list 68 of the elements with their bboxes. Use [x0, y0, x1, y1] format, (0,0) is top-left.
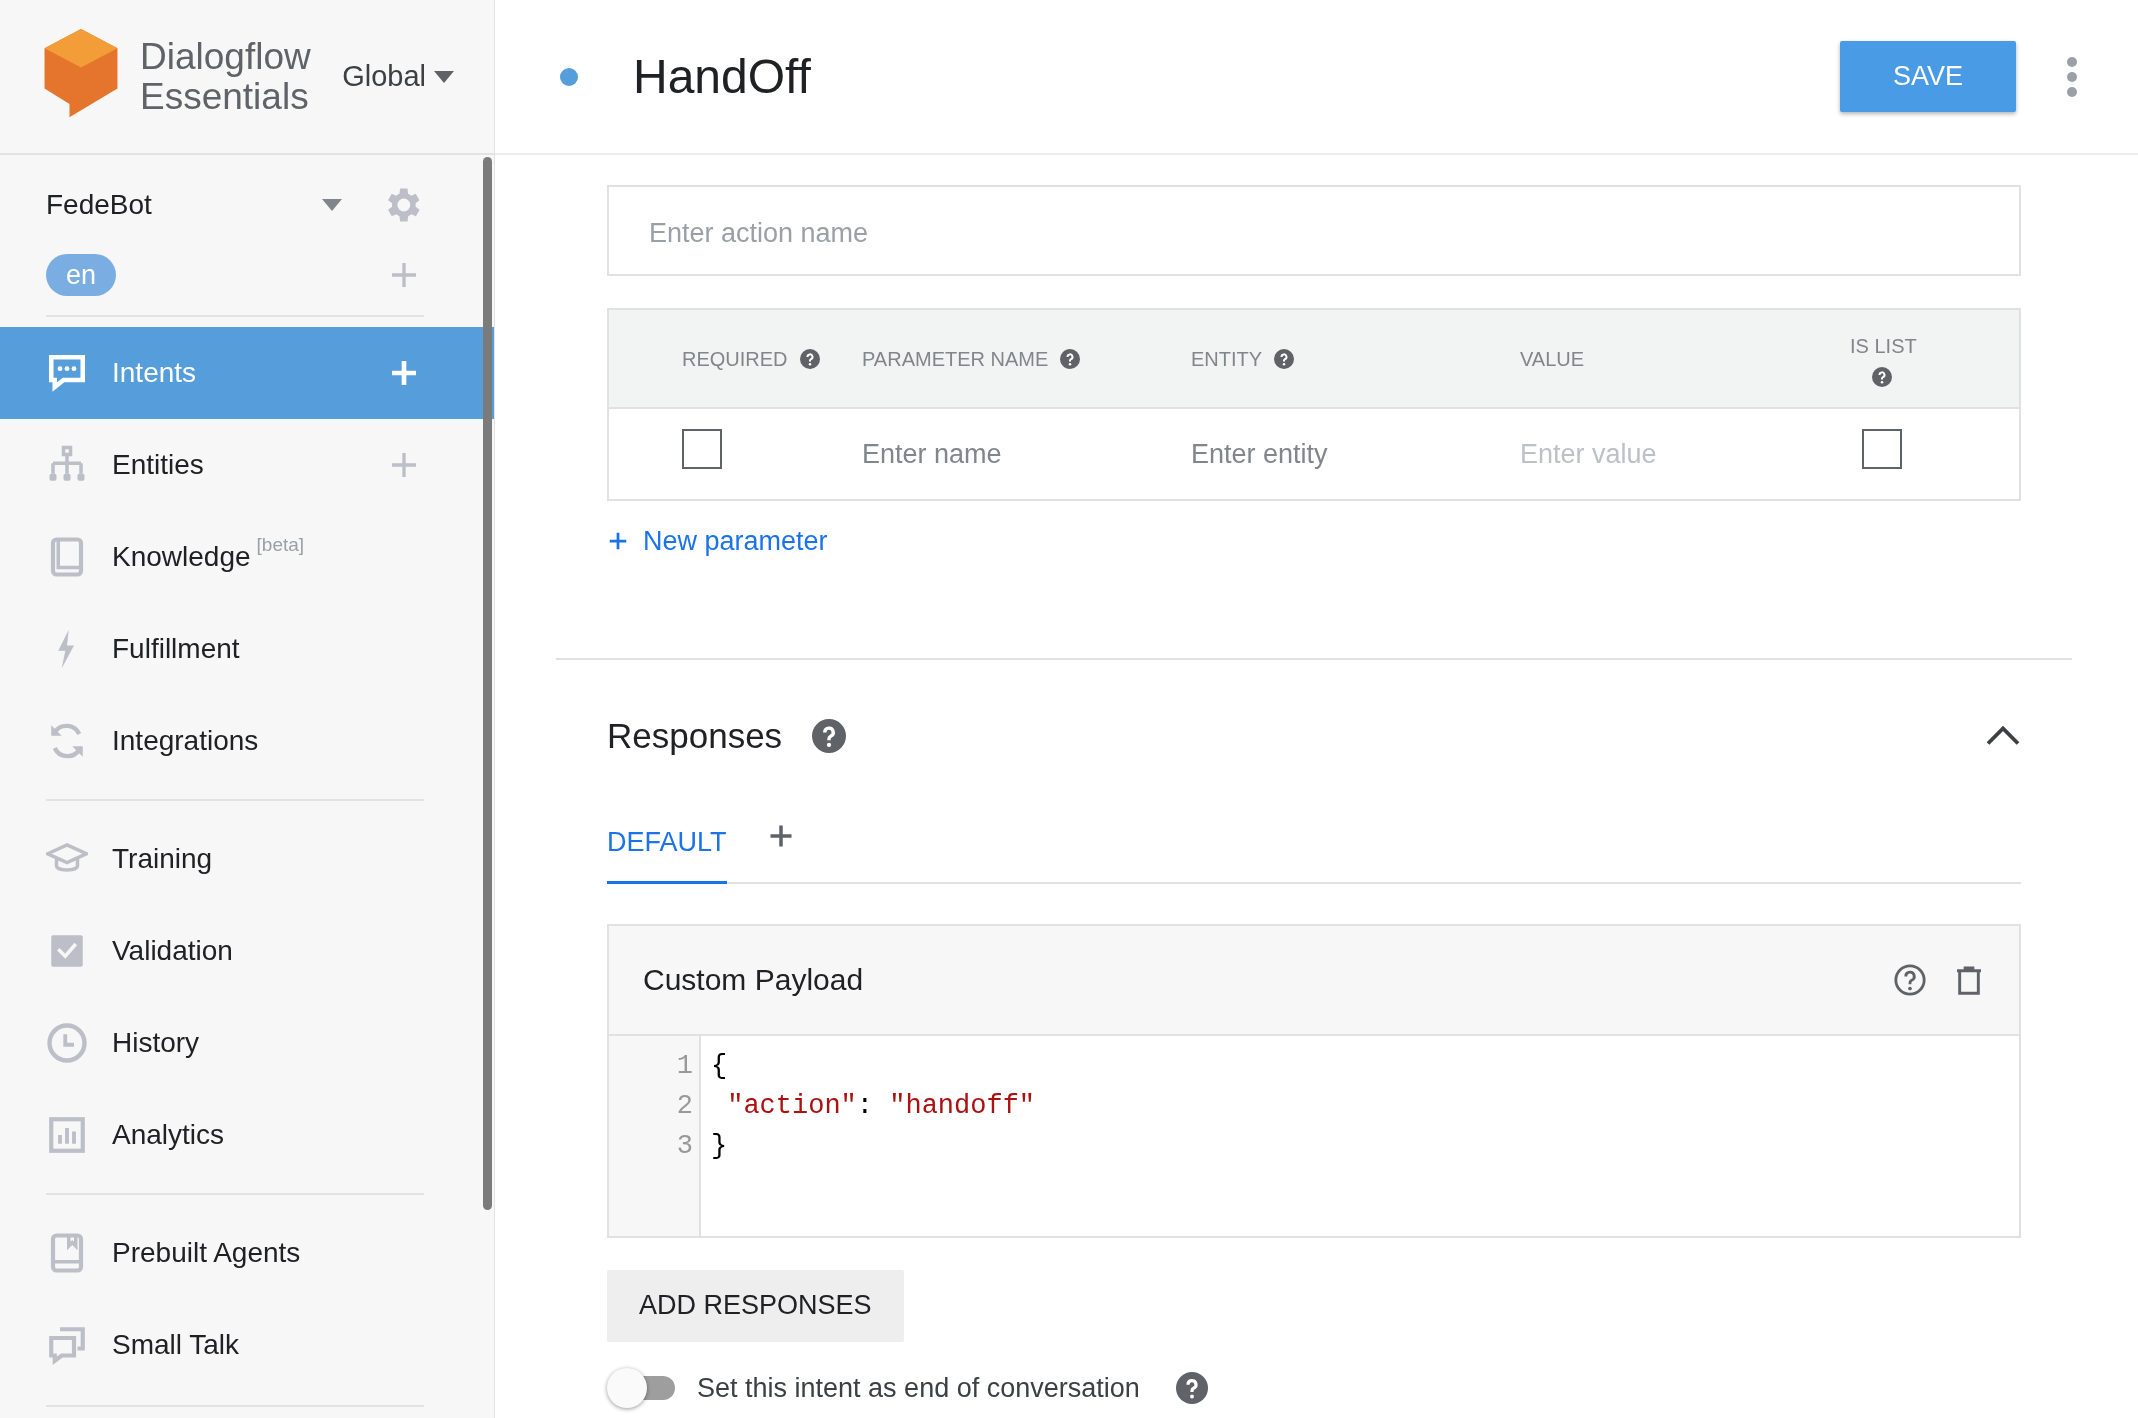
toggle-switch[interactable]	[607, 1367, 677, 1408]
sidebar-item[interactable]: Validation	[0, 905, 494, 997]
help-icon[interactable]	[1893, 962, 1927, 997]
response-tab[interactable]: DEFAULT	[607, 822, 727, 884]
section-title: Responses	[607, 714, 783, 757]
sidebar-item[interactable]: Fulfillment	[0, 603, 494, 695]
toggle-label: Set this intent as end of conversation	[697, 1371, 1140, 1405]
code-line: "action": "handoff"	[726, 1089, 1037, 1123]
sidebar-item[interactable]: Integrations	[0, 695, 494, 787]
brand-name: Dialogflow Essentials	[140, 36, 311, 117]
value-field[interactable]: Enter value	[1520, 433, 1820, 475]
chat-bubbles-icon	[46, 1324, 88, 1366]
intent-title: HandOff	[633, 48, 811, 105]
sidebar-label: Small Talk	[112, 1328, 240, 1362]
code-line: }	[710, 1129, 729, 1163]
help-icon[interactable]	[1060, 348, 1081, 369]
sidebar-item[interactable]: Small Talk	[0, 1299, 494, 1391]
line-number: 2	[675, 1089, 694, 1123]
caret-icon[interactable]	[322, 199, 342, 211]
sidebar-label: Knowledge	[112, 540, 251, 574]
parameter-name-field[interactable]: Enter name	[862, 433, 1162, 475]
sidebar-label: Intents	[112, 356, 197, 390]
checkbox[interactable]	[682, 429, 722, 470]
column-header: ENTITY	[1191, 346, 1263, 372]
sidebar-item[interactable]: Knowledge [beta]	[0, 511, 494, 603]
status-dot	[560, 67, 578, 86]
sidebar-item[interactable]: Entities	[0, 419, 494, 511]
bar-chart-icon	[46, 1114, 88, 1156]
sidebar-label: Analytics	[112, 1118, 225, 1152]
code-editor[interactable]: { "action": "handoff" }	[701, 1035, 2019, 1236]
agent-name[interactable]: FedeBot	[46, 184, 152, 226]
sidebar-label: Training	[112, 842, 213, 876]
collapse-icon[interactable]	[1985, 724, 2021, 747]
chat-bubble-icon	[46, 352, 88, 394]
add-responses-button[interactable]: ADD RESPONSES	[607, 1269, 904, 1342]
new-parameter-link[interactable]: New parameter	[607, 521, 828, 562]
clock-icon	[46, 1022, 88, 1064]
sidebar-label: Validation	[112, 934, 233, 968]
beta-tag: [beta]	[256, 530, 305, 560]
action-name-field[interactable]: Enter action name	[607, 185, 2021, 276]
sidebar-label: Integrations	[112, 724, 259, 758]
checkbox[interactable]	[1862, 429, 1902, 470]
region-dropdown[interactable]: Global	[342, 54, 454, 99]
scrollbar[interactable]	[483, 157, 492, 1210]
entity-field[interactable]: Enter entity	[1191, 433, 1491, 475]
column-header: VALUE	[1520, 346, 1585, 372]
sidebar-label: Prebuilt Agents	[112, 1236, 301, 1270]
column-header: IS LIST	[1850, 333, 1917, 359]
help-icon[interactable]	[812, 718, 847, 753]
line-number: 3	[675, 1129, 694, 1163]
more-options-icon[interactable]	[2066, 56, 2078, 97]
sidebar-label: History	[112, 1026, 200, 1060]
help-icon[interactable]	[1872, 366, 1892, 387]
sidebar-item[interactable]: Training	[0, 813, 494, 905]
line-number: 1	[675, 1049, 694, 1083]
caret-icon	[434, 70, 454, 83]
help-icon[interactable]	[1175, 1371, 1208, 1404]
code-line: {	[710, 1049, 729, 1083]
card-title: Custom Payload	[643, 962, 864, 998]
sidebar-item[interactable]: History	[0, 997, 494, 1089]
column-header: PARAMETER NAME	[862, 346, 1049, 372]
help-icon[interactable]	[1274, 348, 1295, 369]
column-header: REQUIRED	[682, 346, 788, 372]
sidebar-item[interactable]: Prebuilt Agents	[0, 1207, 494, 1299]
help-icon[interactable]	[799, 348, 820, 369]
sidebar-label: Fulfillment	[112, 632, 240, 666]
sidebar-item[interactable]: Analytics	[0, 1089, 494, 1181]
sidebar-label: Entities	[112, 448, 204, 482]
